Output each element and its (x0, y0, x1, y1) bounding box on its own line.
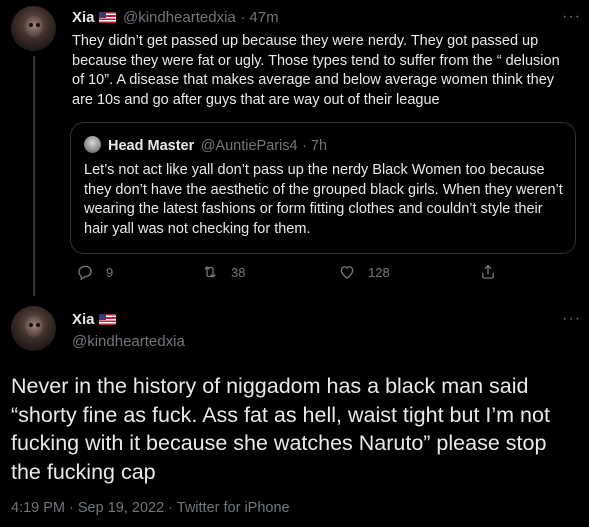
avatar[interactable] (11, 6, 56, 51)
retweet-icon (204, 266, 216, 278)
quote-avatar (84, 136, 101, 153)
quote-header: Head Master @AuntieParis4 · 7h (108, 137, 327, 155)
more-icon[interactable]: ··· (562, 8, 581, 26)
quote-text: Let’s not act like yall don’t pass up th… (84, 162, 563, 237)
heart-icon (340, 266, 354, 279)
like-count: 128 (368, 264, 390, 280)
us-flag-icon (98, 12, 116, 23)
avatar[interactable] (11, 306, 56, 351)
tweet-timestamp[interactable]: 4:19 PM · Sep 19, 2022 · Twitter for iPh… (11, 500, 290, 516)
reply-icon (78, 265, 92, 281)
share-button[interactable] (479, 263, 509, 281)
author-handle[interactable]: @kindheartedxia (72, 333, 185, 350)
reply-button[interactable]: 9 (76, 263, 113, 281)
quoted-tweet[interactable]: Head Master @AuntieParis4 · 7h Let’s not… (70, 122, 576, 254)
like-button[interactable]: 128 (338, 263, 390, 281)
tweet-time[interactable]: · 47m (240, 9, 278, 26)
tweet-header: Xia @kindheartedxia · 47m (72, 9, 279, 27)
author-handle[interactable]: @kindheartedxia (123, 9, 236, 26)
tweet-text: Never in the history of niggadom has a b… (11, 374, 550, 484)
quote-time: · 7h (302, 138, 328, 154)
reply-count: 9 (106, 264, 114, 280)
quote-author-handle: @AuntieParis4 (200, 138, 298, 154)
thread-connector-line (33, 56, 35, 296)
retweet-count: 38 (231, 264, 246, 280)
tweet-header: Xia (72, 311, 116, 329)
author-name[interactable]: Xia (72, 9, 95, 26)
author-name[interactable]: Xia (72, 311, 95, 328)
more-icon[interactable]: ··· (562, 310, 581, 328)
tweet-text: They didn’t get passed up because they w… (72, 33, 560, 108)
quote-author-name: Head Master (108, 138, 195, 154)
us-flag-icon (98, 314, 116, 325)
share-icon (482, 264, 494, 279)
retweet-button[interactable]: 38 (201, 263, 245, 281)
